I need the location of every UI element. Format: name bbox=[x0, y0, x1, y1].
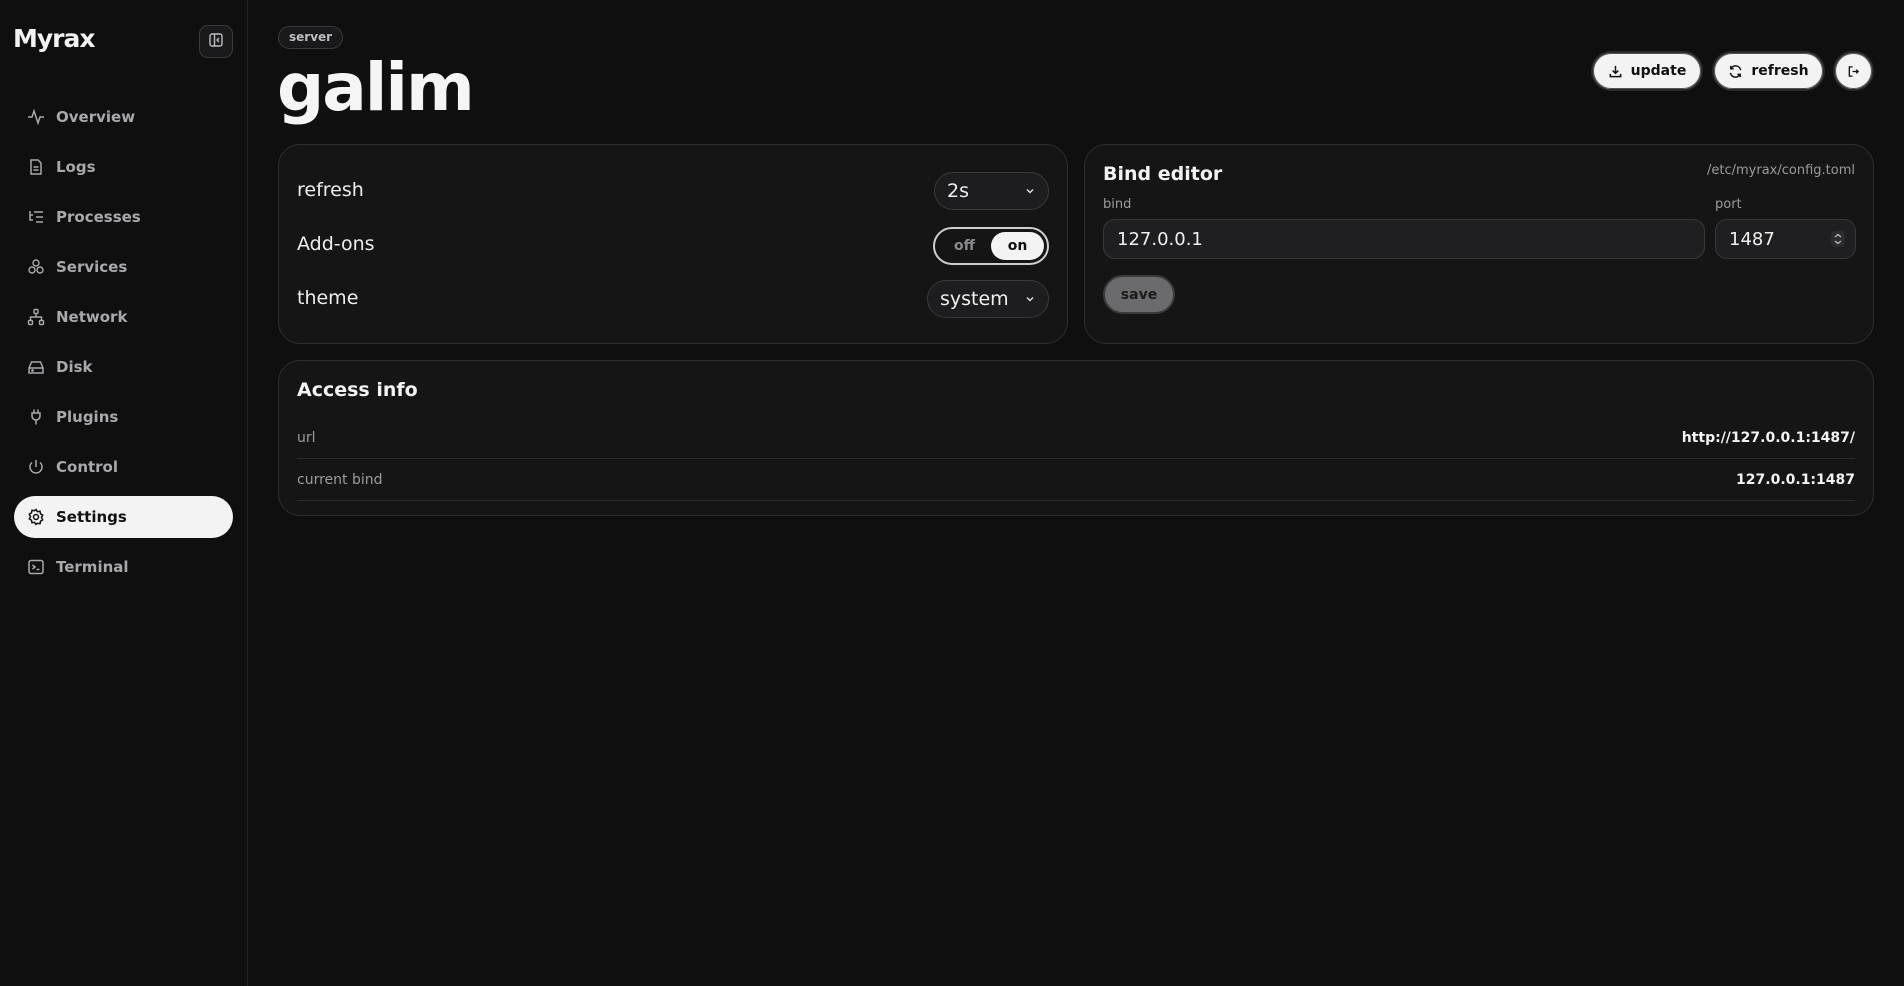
sidebar-item-label: Processes bbox=[56, 208, 141, 226]
sidebar-item-plugins[interactable]: Plugins bbox=[14, 396, 233, 438]
list-tree-icon bbox=[27, 208, 45, 226]
port-input[interactable]: 1487 bbox=[1715, 219, 1856, 259]
gear-icon bbox=[27, 508, 45, 526]
addons-setting-label: Add-ons bbox=[297, 233, 375, 255]
sidebar-item-services[interactable]: Services bbox=[14, 246, 233, 288]
download-icon bbox=[1608, 64, 1623, 79]
sidebar: Myrax Overview Logs Processes Services N… bbox=[0, 0, 248, 986]
bind-input[interactable]: 127.0.0.1 bbox=[1103, 219, 1705, 259]
settings-card: refresh 2s Add-ons off on theme system bbox=[278, 144, 1068, 344]
sidebar-item-label: Terminal bbox=[56, 558, 129, 576]
theme-setting-label: theme bbox=[297, 287, 359, 309]
terminal-icon bbox=[27, 558, 45, 576]
chevron-down-icon bbox=[1024, 293, 1036, 305]
port-input-value: 1487 bbox=[1729, 228, 1775, 250]
access-info-card: Access info url http://127.0.0.1:1487/ c… bbox=[278, 360, 1874, 516]
save-button[interactable]: save bbox=[1103, 275, 1175, 314]
sidebar-item-disk[interactable]: Disk bbox=[14, 346, 233, 388]
hard-drive-icon bbox=[27, 358, 45, 376]
current-bind-value: 127.0.0.1:1487 bbox=[1736, 471, 1855, 488]
sidebar-item-control[interactable]: Control bbox=[14, 446, 233, 488]
bind-input-value: 127.0.0.1 bbox=[1117, 228, 1203, 250]
refresh-button[interactable]: refresh bbox=[1712, 51, 1825, 91]
sidebar-item-label: Services bbox=[56, 258, 128, 276]
network-icon bbox=[27, 308, 45, 326]
activity-icon bbox=[27, 108, 45, 126]
sidebar-item-label: Network bbox=[56, 308, 128, 326]
bind-field-label: bind bbox=[1103, 197, 1132, 212]
sidebar-item-label: Logs bbox=[56, 158, 96, 176]
info-key: url bbox=[297, 429, 316, 446]
stepper-icon[interactable] bbox=[1831, 231, 1845, 247]
port-field-label: port bbox=[1715, 197, 1742, 212]
sidebar-toggle-icon bbox=[208, 32, 224, 52]
app-logo[interactable]: Myrax bbox=[13, 24, 95, 53]
server-badge: server bbox=[278, 26, 344, 49]
sidebar-item-label: Overview bbox=[56, 108, 136, 126]
sidebar-item-label: Disk bbox=[56, 358, 93, 376]
refresh-setting-label: refresh bbox=[297, 179, 364, 201]
theme-select[interactable]: system bbox=[927, 280, 1049, 318]
sidebar-item-label: Control bbox=[56, 458, 119, 476]
sidebar-item-overview[interactable]: Overview bbox=[14, 96, 233, 138]
addons-off-option[interactable]: off bbox=[938, 232, 991, 260]
sidebar-item-label: Settings bbox=[56, 508, 127, 526]
sidebar-item-processes[interactable]: Processes bbox=[14, 196, 233, 238]
refresh-icon bbox=[1728, 64, 1743, 79]
addons-toggle[interactable]: off on bbox=[933, 227, 1049, 265]
chevron-down-icon bbox=[1024, 185, 1036, 197]
sidebar-item-settings[interactable]: Settings bbox=[14, 496, 233, 538]
sidebar-item-terminal[interactable]: Terminal bbox=[14, 546, 233, 588]
theme-value: system bbox=[940, 288, 1009, 310]
refresh-label: refresh bbox=[1751, 63, 1809, 79]
file-icon bbox=[27, 158, 45, 176]
config-path: /etc/myrax/config.toml bbox=[1707, 163, 1855, 178]
sidebar-item-logs[interactable]: Logs bbox=[14, 146, 233, 188]
logout-button[interactable] bbox=[1833, 51, 1874, 91]
bind-editor-title: Bind editor bbox=[1103, 163, 1223, 185]
bind-editor-card: Bind editor /etc/myrax/config.toml bind … bbox=[1084, 144, 1874, 344]
boxes-icon bbox=[27, 258, 45, 276]
addons-on-option[interactable]: on bbox=[991, 232, 1044, 260]
info-key: current bind bbox=[297, 471, 383, 488]
sidebar-collapse-button[interactable] bbox=[199, 25, 233, 58]
sidebar-item-label: Plugins bbox=[56, 408, 119, 426]
refresh-interval-select[interactable]: 2s bbox=[934, 172, 1049, 210]
sidebar-nav: Overview Logs Processes Services Network… bbox=[14, 96, 233, 596]
info-row-url: url http://127.0.0.1:1487/ bbox=[297, 417, 1855, 459]
power-icon bbox=[27, 458, 45, 476]
page-title: galim bbox=[277, 49, 475, 126]
update-label: update bbox=[1630, 63, 1687, 79]
logout-icon bbox=[1847, 65, 1860, 78]
refresh-interval-value: 2s bbox=[947, 180, 969, 202]
info-row-current-bind: current bind 127.0.0.1:1487 bbox=[297, 459, 1855, 501]
sidebar-item-network[interactable]: Network bbox=[14, 296, 233, 338]
access-info-title: Access info bbox=[297, 379, 418, 401]
update-button[interactable]: update bbox=[1591, 51, 1703, 91]
plug-icon bbox=[27, 408, 45, 426]
url-value[interactable]: http://127.0.0.1:1487/ bbox=[1682, 430, 1855, 446]
